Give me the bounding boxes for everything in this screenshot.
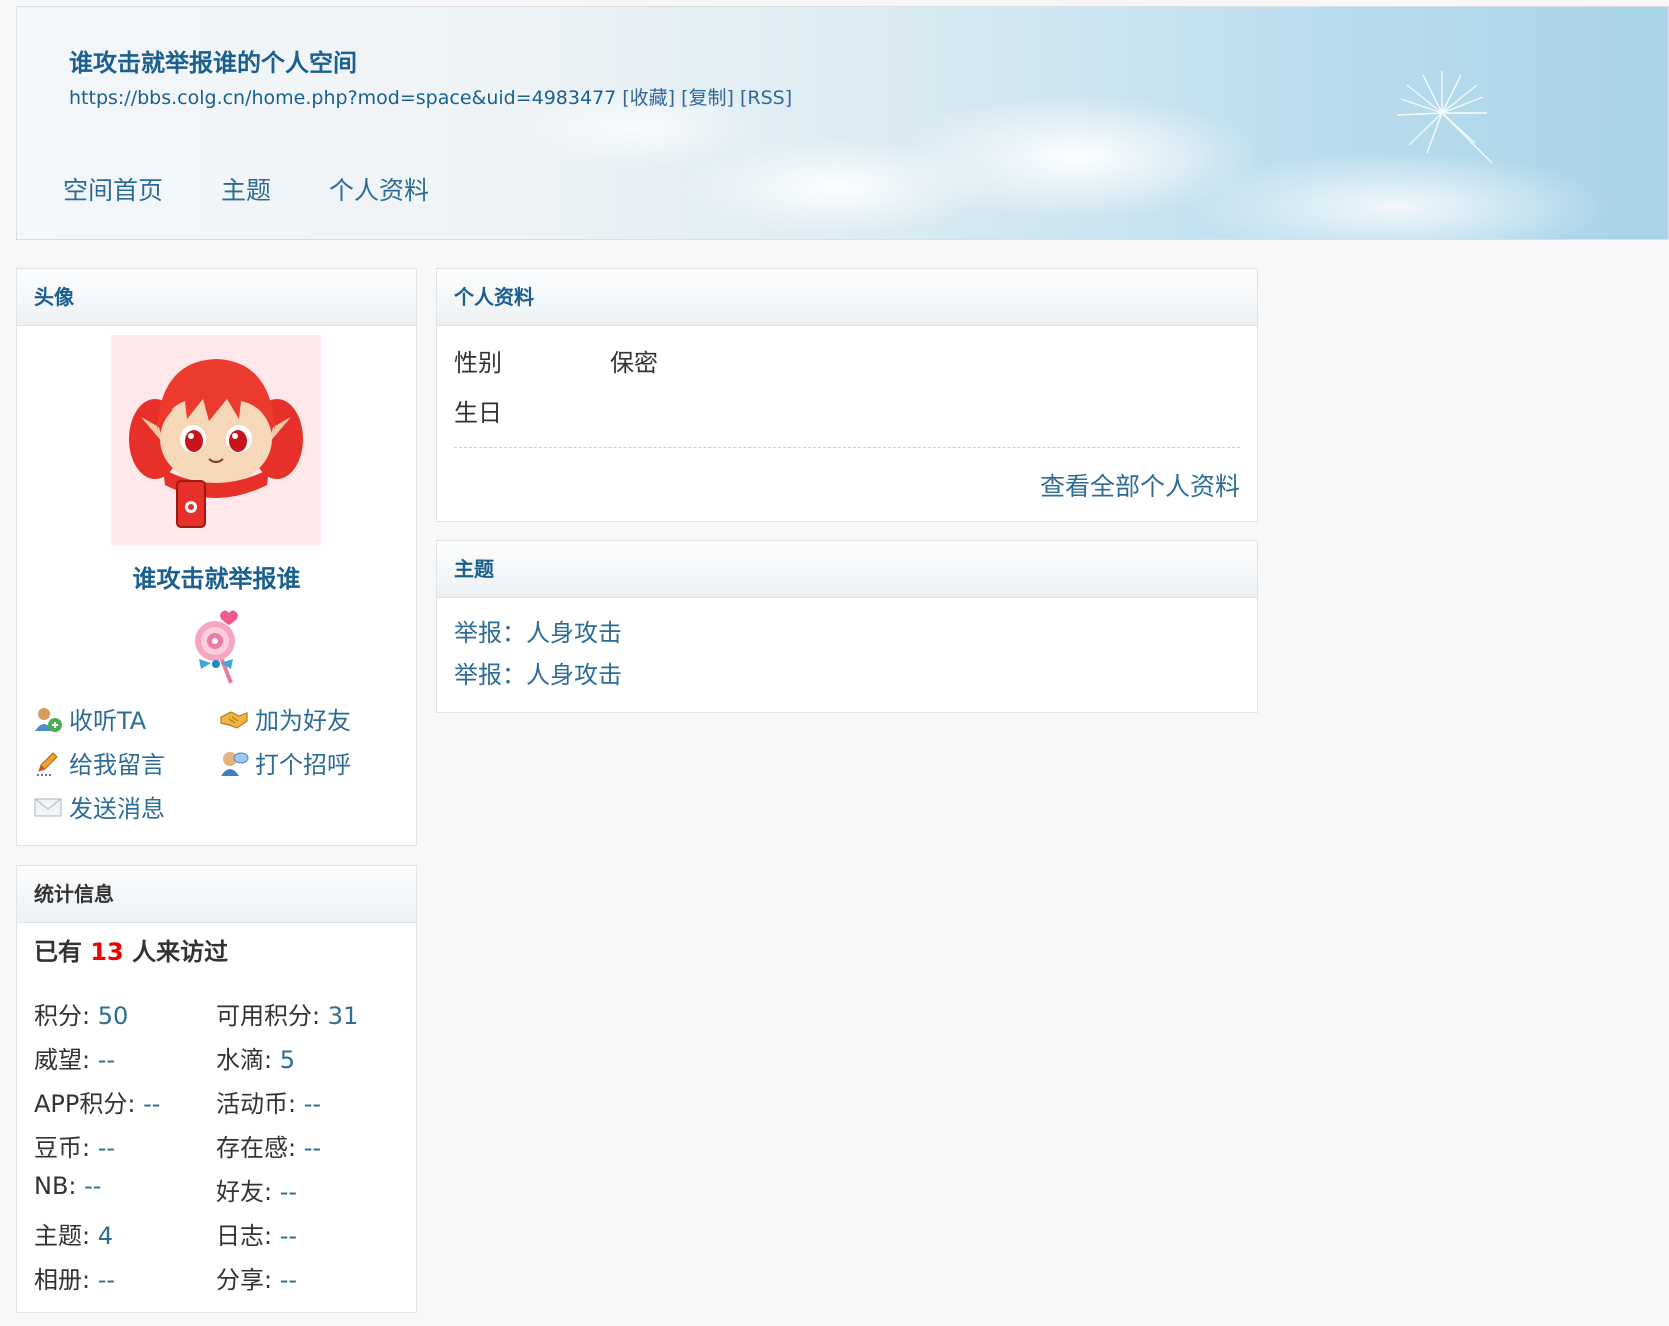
space-title: 谁攻击就举报谁的个人空间	[69, 49, 357, 77]
profile-row-gender: 性别 保密	[454, 343, 658, 378]
stat-value[interactable]: --	[143, 1090, 160, 1118]
envelope-icon	[34, 797, 62, 817]
stat-value[interactable]: --	[304, 1090, 321, 1118]
space-url-line: https://bbs.colg.cn/home.php?mod=space&u…	[69, 83, 792, 110]
leave-message-button[interactable]: 给我留言	[33, 745, 165, 780]
stat-label: 豆币:	[34, 1134, 98, 1162]
stat-value[interactable]: --	[98, 1046, 115, 1074]
stat-nb: NB: --	[34, 1172, 101, 1200]
avatar-panel: 头像 谁攻击就举报谁 收听TA 加为好友 给我留言 打个招呼 发送消息	[16, 268, 417, 846]
stat-label: 存在感:	[216, 1134, 304, 1162]
profile-value: 保密	[610, 349, 658, 377]
stat-label: NB:	[34, 1172, 85, 1200]
stat-label: 好友:	[216, 1178, 280, 1206]
stats-panel-title: 统计信息	[17, 866, 416, 923]
stat-topics: 主题: 4	[34, 1216, 113, 1251]
stat-app-credits: APP积分: --	[34, 1084, 160, 1119]
lollipop-medal-icon	[195, 610, 238, 684]
profile-divider	[454, 447, 1240, 448]
stat-value[interactable]: 5	[280, 1046, 295, 1074]
stats-panel: 统计信息 已有 13 人来访过 积分: 50 可用积分: 31 威望: -- 水…	[16, 865, 417, 1313]
stat-label: 主题:	[34, 1222, 98, 1250]
stat-friends: 好友: --	[216, 1172, 297, 1207]
profile-panel-title: 个人资料	[437, 269, 1257, 326]
topics-panel-title: 主题	[437, 541, 1257, 598]
view-all-profile-link[interactable]: 查看全部个人资料	[1040, 467, 1240, 503]
stat-label: 日志:	[216, 1222, 280, 1250]
stat-shares: 分享: --	[216, 1260, 297, 1295]
send-message-button[interactable]: 发送消息	[33, 789, 165, 824]
add-friend-button[interactable]: 加为好友	[219, 701, 351, 736]
nav-topics[interactable]: 主题	[221, 171, 271, 207]
profile-label: 生日	[454, 399, 502, 427]
nav-space-home[interactable]: 空间首页	[63, 171, 163, 207]
stat-value[interactable]: --	[84, 1172, 101, 1200]
stat-available-credits: 可用积分: 31	[216, 996, 358, 1031]
leave-message-label: 给我留言	[69, 751, 165, 779]
stat-value[interactable]: 4	[98, 1222, 113, 1250]
stat-activity-coins: 活动币: --	[216, 1084, 321, 1119]
visits-summary: 已有 13 人来访过	[34, 932, 228, 967]
stat-value[interactable]: --	[280, 1222, 297, 1250]
stat-label: 积分:	[34, 1002, 98, 1030]
stat-presence: 存在感: --	[216, 1128, 321, 1163]
copy-link[interactable]: [复制]	[681, 87, 734, 109]
stat-value[interactable]: --	[98, 1266, 115, 1294]
greet-icon	[221, 751, 249, 776]
stat-label: 分享:	[216, 1266, 280, 1294]
stat-value[interactable]: 31	[328, 1002, 359, 1030]
stat-value[interactable]: 50	[98, 1002, 129, 1030]
avatar[interactable]	[111, 335, 321, 545]
stat-value[interactable]: --	[98, 1134, 115, 1162]
topic-link[interactable]: 举报：人身攻击	[454, 655, 622, 690]
visits-count: 13	[90, 938, 124, 966]
profile-label: 性别	[454, 349, 502, 377]
stat-label: 活动币:	[216, 1090, 304, 1118]
visits-prefix: 已有	[34, 938, 82, 966]
space-nav: 空间首页 主题 个人资料	[63, 171, 487, 207]
space-header-banner: 谁攻击就举报谁的个人空间 https://bbs.colg.cn/home.ph…	[16, 6, 1669, 240]
topics-panel: 主题 举报：人身攻击 举报：人身攻击	[436, 540, 1258, 713]
avatar-panel-title: 头像	[17, 269, 416, 326]
stat-label: 相册:	[34, 1266, 98, 1294]
nav-profile[interactable]: 个人资料	[329, 171, 429, 207]
stat-blogs: 日志: --	[216, 1216, 297, 1251]
stat-prestige: 威望: --	[34, 1040, 115, 1075]
dandelion-decoration	[1396, 71, 1493, 164]
follow-icon	[35, 707, 62, 732]
pencil-icon	[37, 751, 58, 776]
add-friend-label: 加为好友	[255, 707, 351, 735]
stat-water-drops: 水滴: 5	[216, 1040, 295, 1075]
rss-link[interactable]: [RSS]	[740, 87, 792, 109]
follow-button[interactable]: 收听TA	[33, 701, 146, 736]
stat-label: 威望:	[34, 1046, 98, 1074]
avatar-character-icon	[129, 359, 303, 528]
visits-suffix: 人来访过	[132, 938, 229, 966]
stat-albums: 相册: --	[34, 1260, 115, 1295]
greet-label: 打个招呼	[255, 751, 351, 779]
stat-value[interactable]: --	[280, 1178, 297, 1206]
stat-label: 可用积分:	[216, 1002, 328, 1030]
profile-panel: 个人资料 性别 保密 生日 查看全部个人资料	[436, 268, 1258, 522]
stat-bean-coins: 豆币: --	[34, 1128, 115, 1163]
stat-credits: 积分: 50	[34, 996, 128, 1031]
profile-row-birthday: 生日	[454, 393, 502, 428]
stat-value[interactable]: --	[280, 1266, 297, 1294]
stat-label: 水滴:	[216, 1046, 280, 1074]
stat-label: APP积分:	[34, 1090, 144, 1118]
username[interactable]: 谁攻击就举报谁	[17, 559, 416, 594]
handshake-icon	[220, 710, 248, 729]
greet-button[interactable]: 打个招呼	[219, 745, 351, 780]
stat-value[interactable]: --	[304, 1134, 321, 1162]
send-message-label: 发送消息	[69, 795, 165, 823]
favorite-link[interactable]: [收藏]	[622, 87, 675, 109]
topic-link[interactable]: 举报：人身攻击	[454, 613, 622, 648]
space-url[interactable]: https://bbs.colg.cn/home.php?mod=space&u…	[69, 87, 616, 109]
follow-label: 收听TA	[69, 707, 147, 735]
